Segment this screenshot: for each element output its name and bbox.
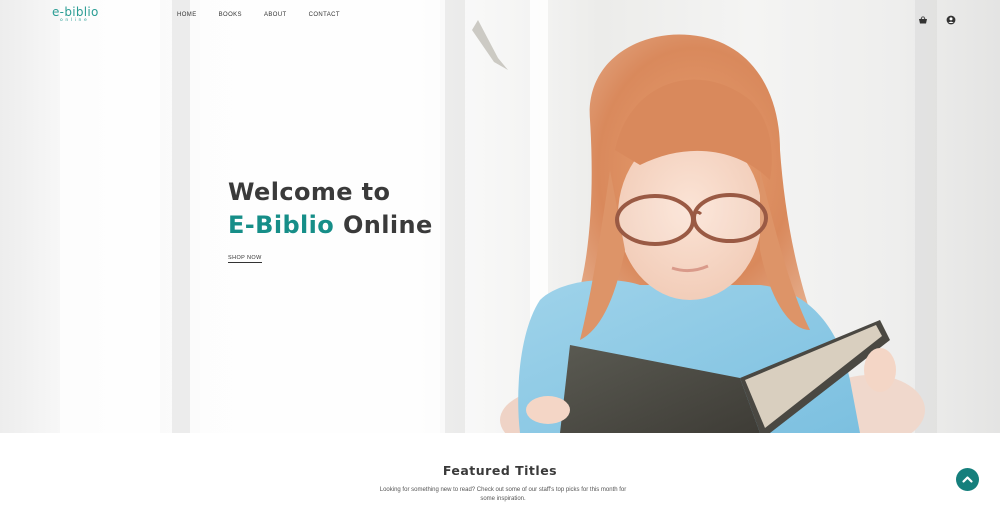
- nav-link-home[interactable]: HOME: [177, 12, 197, 18]
- user-icon[interactable]: [946, 10, 956, 25]
- hero-heading-rest: Online: [334, 211, 433, 239]
- basket-icon[interactable]: [918, 10, 928, 24]
- top-navbar: e-biblio online HOME BOOKS ABOUT CONTACT: [0, 0, 1000, 32]
- hero-heading-line1: Welcome to: [228, 178, 391, 206]
- hero-heading-accent: E-Biblio: [228, 211, 335, 239]
- chevron-up-icon: [962, 476, 973, 483]
- nav-link-about[interactable]: ABOUT: [264, 12, 287, 18]
- hero-heading-line2: E-Biblio Online: [228, 209, 433, 242]
- featured-section: Featured Titles Looking for something ne…: [0, 433, 1000, 510]
- featured-description: Looking for something new to read? Check…: [379, 487, 627, 502]
- hero-copy: Welcome to E-Biblio Online SHOP NOW: [228, 176, 433, 263]
- shop-now-link[interactable]: SHOP NOW: [228, 255, 262, 263]
- featured-title: Featured Titles: [442, 463, 558, 478]
- logo-wordmark: e-biblio: [52, 5, 99, 19]
- main-nav: HOME BOOKS ABOUT CONTACT: [177, 12, 362, 18]
- nav-link-contact[interactable]: CONTACT: [309, 12, 340, 18]
- hero-banner: [0, 0, 1000, 433]
- girl-reading-book-photo: [472, 20, 925, 433]
- nav-link-books[interactable]: BOOKS: [219, 12, 242, 18]
- scroll-to-top-button[interactable]: [956, 468, 979, 491]
- site-logo[interactable]: e-biblio online: [52, 6, 99, 24]
